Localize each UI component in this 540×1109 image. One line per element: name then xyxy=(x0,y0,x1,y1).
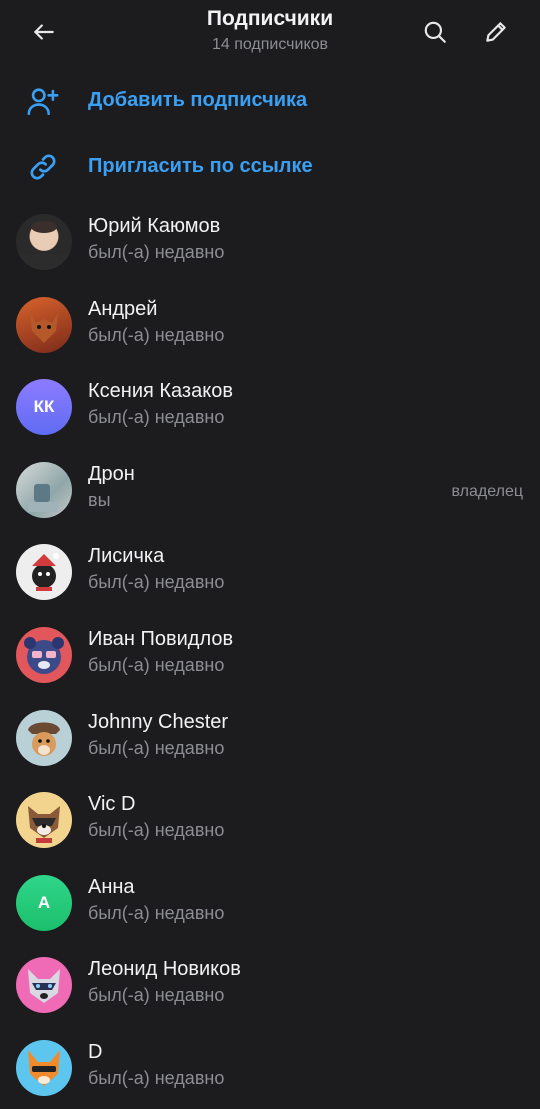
subscriber-row[interactable]: Vic D был(-а) недавно xyxy=(0,778,540,861)
subscriber-status: был(-а) недавно xyxy=(88,737,225,758)
header-titles: Подписчики 14 подписчиков xyxy=(0,6,540,56)
subscriber-status: был(-а) недавно xyxy=(88,1067,225,1088)
subscriber-name: Лисичка xyxy=(88,545,165,568)
subscriber-status: был(-а) недавно xyxy=(88,242,225,262)
avatar xyxy=(16,709,72,766)
subscriber-name: Vic D xyxy=(88,793,136,816)
subscriber-row[interactable]: Юрий Каюмов был(-а) недавно xyxy=(0,200,540,283)
subscriber-status: был(-а) недавно xyxy=(88,572,225,593)
subscriber-status: был(-а) недавно xyxy=(88,407,225,428)
avatar-initials: А xyxy=(37,892,51,912)
subscriber-status: был(-а) недавно xyxy=(88,654,225,675)
subscriber-row[interactable]: КК Ксения Казаков был(-а) недавно xyxy=(0,365,540,448)
subscriber-row[interactable]: Андрей был(-а) недавно xyxy=(0,283,540,366)
avatar-initials: КК xyxy=(33,397,55,417)
subscriber-row[interactable]: D был(-а) недавно xyxy=(0,1026,540,1109)
link-icon xyxy=(26,150,60,184)
avatar xyxy=(16,626,72,683)
subscriber-row[interactable]: Лисичка был(-а) недавно xyxy=(0,530,540,613)
subscriber-row[interactable]: А Анна был(-а) недавно xyxy=(0,861,540,944)
search-icon xyxy=(424,21,446,43)
subscriber-status: был(-а) недавно xyxy=(88,820,225,841)
owner-badge: владелец xyxy=(451,482,523,500)
top-app-bar: Подписчики 14 подписчиков xyxy=(0,0,540,64)
subscriber-name: Johnny Chester xyxy=(88,710,229,733)
add-user-icon xyxy=(26,84,60,118)
subscriber-row[interactable]: Иван Повидлов был(-а) недавно xyxy=(0,613,540,696)
subscriber-status: вы xyxy=(88,489,111,510)
invite-link-label: Пригласить по ссылке xyxy=(88,154,313,177)
edit-button[interactable] xyxy=(472,8,520,56)
avatar: КК xyxy=(16,379,72,436)
subscriber-status: был(-а) недавно xyxy=(88,902,225,923)
subscriber-status: был(-а) недавно xyxy=(88,985,225,1006)
subscriber-row[interactable]: Johnny Chester был(-а) недавно xyxy=(0,696,540,779)
search-button[interactable] xyxy=(411,8,459,56)
avatar xyxy=(16,296,72,353)
subscriber-name: Ксения Казаков xyxy=(88,380,233,403)
subscriber-name: Иван Повидлов xyxy=(88,627,234,650)
subscriber-name: D xyxy=(88,1040,103,1063)
subscriber-list: Юрий Каюмов был(-а) недавно Андрей был(-… xyxy=(0,200,540,1109)
avatar xyxy=(16,1039,72,1096)
avatar xyxy=(16,957,72,1014)
pencil-icon xyxy=(486,22,506,42)
subscriber-name: Дрон xyxy=(88,462,135,485)
invite-link-button[interactable]: Пригласить по ссылке xyxy=(0,133,540,199)
subscriber-name: Андрей xyxy=(88,297,158,320)
subscriber-name: Леонид Новиков xyxy=(88,958,241,981)
avatar xyxy=(16,544,72,601)
subscriber-status: был(-а) недавно xyxy=(88,324,225,345)
avatar xyxy=(16,461,72,518)
subscriber-name: Анна xyxy=(88,875,135,898)
page-title: Подписчики xyxy=(206,7,334,30)
add-subscriber-button[interactable]: Добавить подписчика xyxy=(0,67,540,133)
add-subscriber-label: Добавить подписчика xyxy=(88,88,308,111)
subscriber-row[interactable]: Леонид Новиков был(-а) недавно xyxy=(0,943,540,1026)
subscriber-name: Юрий Каюмов xyxy=(88,215,221,237)
avatar xyxy=(16,792,72,849)
avatar: А xyxy=(16,874,72,931)
subscriber-count: 14 подписчиков xyxy=(211,36,329,53)
avatar xyxy=(16,214,72,270)
subscriber-row[interactable]: Дрон вы владелец xyxy=(0,448,540,531)
